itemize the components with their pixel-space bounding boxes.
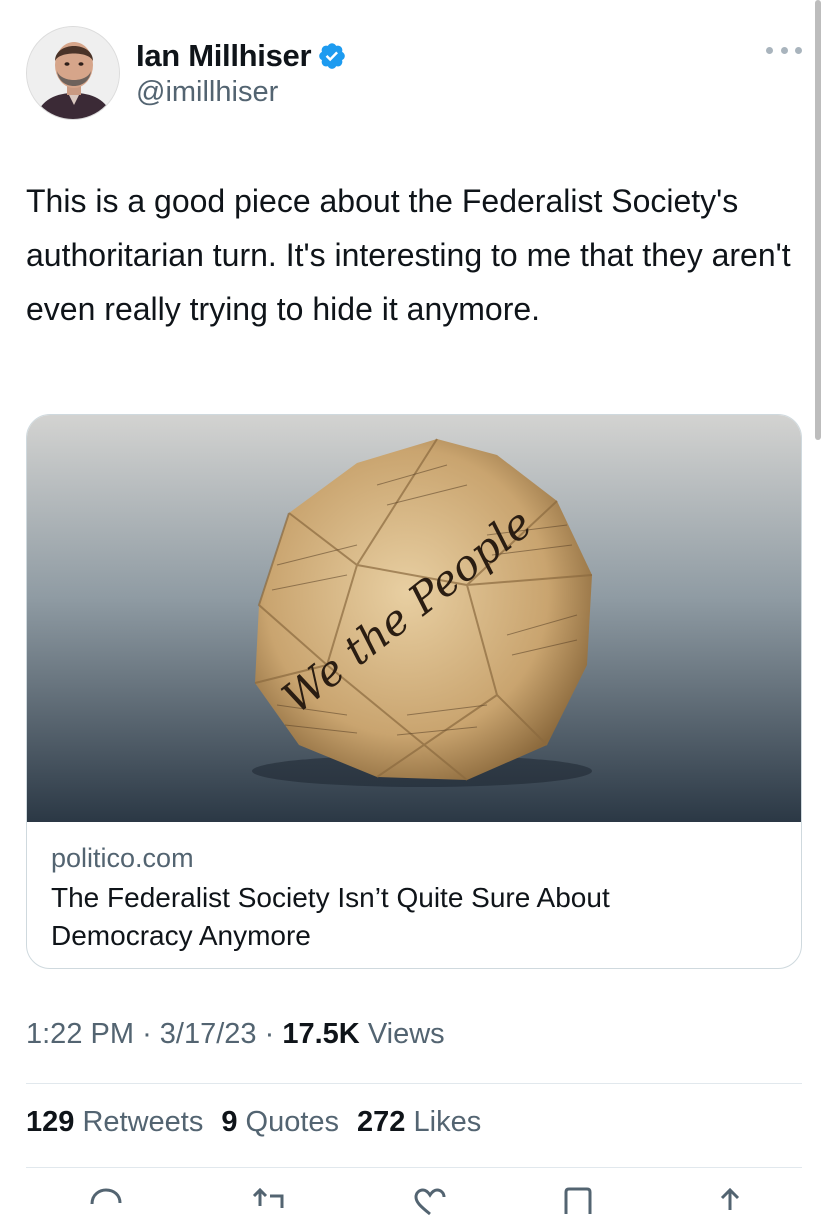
meta-separator: · (142, 1018, 152, 1050)
retweets-stat[interactable]: 129 Retweets (26, 1106, 203, 1139)
more-dot-icon (766, 46, 773, 54)
link-card[interactable]: We the People politico.com The Federalis… (26, 414, 802, 969)
more-dot-icon (795, 46, 802, 54)
quotes-stat[interactable]: 9 Quotes (221, 1106, 339, 1139)
tweet-meta: 1:22 PM · 3/17/23 · 17.5K Views (26, 1018, 445, 1051)
user-handle[interactable]: @imillhiser (136, 76, 278, 109)
quotes-count: 9 (221, 1106, 238, 1138)
likes-count: 272 (357, 1106, 406, 1138)
divider (26, 1167, 802, 1168)
meta-separator: · (264, 1018, 275, 1050)
display-name[interactable]: Ian Millhiser (136, 38, 312, 74)
views-count: 17.5K (282, 1018, 360, 1050)
tweet-text: This is a good piece about the Federalis… (26, 183, 800, 327)
tweet-time[interactable]: 1:22 PM (26, 1018, 134, 1050)
share-icon[interactable] (710, 1186, 750, 1216)
retweets-count: 129 (26, 1106, 75, 1138)
card-image: We the People (27, 415, 801, 822)
verified-badge-icon (319, 43, 346, 69)
engagement-stats: 129 Retweets 9 Quotes 272 Likes (26, 1106, 499, 1139)
retweets-label: Retweets (82, 1106, 204, 1138)
profile-photo (27, 27, 119, 119)
likes-label: Likes (413, 1106, 482, 1138)
more-dot-icon (780, 46, 788, 54)
retweet-icon[interactable] (248, 1186, 288, 1216)
like-icon[interactable] (410, 1186, 450, 1216)
author-name-row: Ian Millhiser (136, 36, 347, 76)
more-options-button[interactable] (766, 40, 802, 60)
views-label: Views (367, 1018, 445, 1050)
reply-icon[interactable] (86, 1186, 126, 1216)
bookmark-icon[interactable] (558, 1186, 598, 1216)
card-domain: politico.com (51, 843, 194, 873)
card-title: The Federalist Society Isn’t Quite Sure … (51, 882, 610, 951)
action-bar (26, 1186, 802, 1216)
likes-stat[interactable]: 272 Likes (357, 1106, 481, 1139)
tweet-date[interactable]: 3/17/23 (160, 1018, 257, 1050)
divider (26, 1083, 802, 1084)
avatar[interactable] (26, 26, 120, 120)
quotes-label: Quotes (245, 1106, 340, 1138)
